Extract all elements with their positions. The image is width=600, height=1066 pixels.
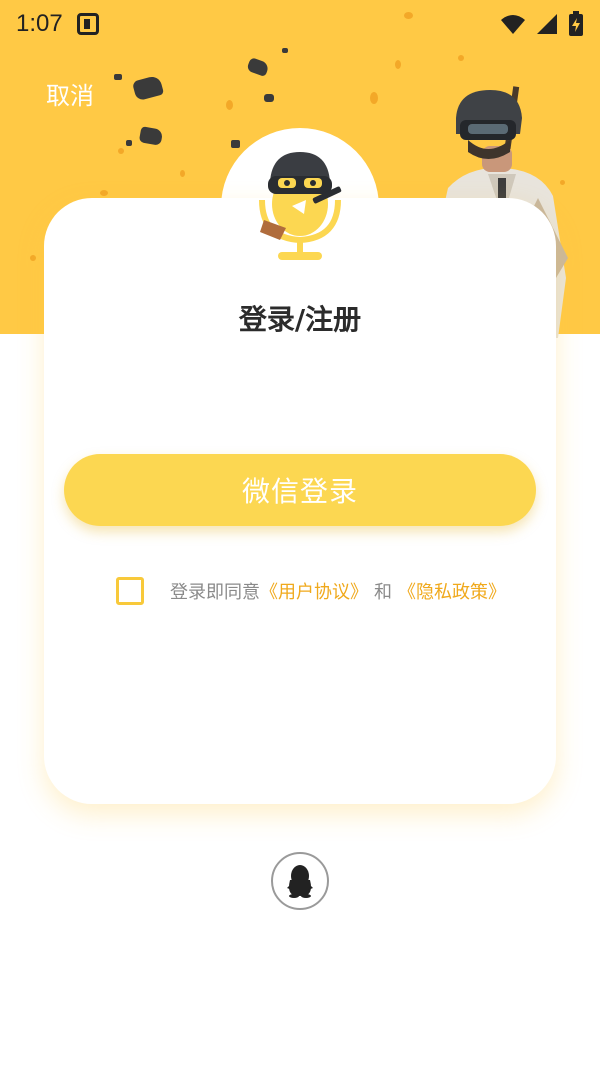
wifi-icon — [501, 15, 525, 34]
debris-rock — [126, 140, 132, 146]
agreement-prefix: 登录即同意 — [170, 582, 260, 603]
user-agreement-link[interactable]: 《用户协议》 — [260, 578, 368, 604]
qq-penguin-icon — [287, 865, 313, 898]
cancel-button[interactable]: 取消 — [46, 76, 94, 111]
mascot-microphone-logo — [259, 152, 342, 260]
debris-rock — [246, 57, 270, 77]
qq-login-button[interactable] — [271, 852, 329, 910]
wechat-login-button[interactable]: 微信登录 — [64, 454, 536, 526]
status-icons — [500, 11, 584, 37]
debris-rock — [264, 94, 274, 102]
debris-rock — [131, 74, 165, 102]
agreement-row: 登录即同意 《用户协议》 和 《隐私政策》 — [116, 576, 506, 606]
battery-charging-icon — [569, 11, 583, 36]
agreement-conjunction: 和 — [374, 582, 392, 603]
debris-rock — [282, 48, 288, 53]
status-bar: 1:07 — [0, 0, 600, 48]
debris-rock — [231, 140, 240, 148]
status-time: 1:07 — [16, 10, 63, 37]
privacy-policy-link[interactable]: 《隐私政策》 — [398, 578, 506, 604]
debris-rock — [138, 126, 164, 146]
agreement-checkbox[interactable] — [116, 577, 144, 605]
signal-icon — [537, 14, 557, 34]
page-title: 登录/注册 — [238, 303, 362, 336]
app-badge-icon — [76, 13, 99, 35]
debris-rock — [114, 74, 122, 80]
